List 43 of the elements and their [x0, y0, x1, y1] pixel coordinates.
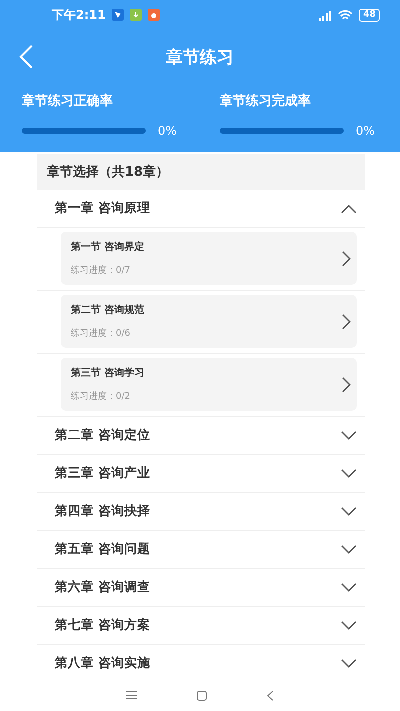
menu-icon[interactable]: [126, 691, 137, 700]
chapter-title: 第八章 咨询实施: [55, 655, 152, 672]
chapter-row[interactable]: 第七章 咨询方案: [37, 607, 365, 645]
chapter-row[interactable]: 第四章 咨询抉择: [37, 493, 365, 531]
page-title: 章节练习: [166, 46, 234, 68]
section-title: 第二节 咨询规范: [71, 304, 146, 317]
section-heading: 章节选择（共18章）: [37, 154, 365, 190]
stat-percentage: 0%: [356, 124, 376, 138]
app-notification-icon: [112, 9, 124, 21]
stat-label: 章节练习正确率: [22, 92, 114, 110]
section-subtitle: 练习进度：0/7: [71, 264, 132, 277]
app-notification-icon: [148, 9, 160, 21]
home-icon[interactable]: [197, 690, 207, 700]
chapter-title: 第二章 咨询定位: [55, 427, 152, 444]
wifi-icon: [338, 10, 354, 20]
section-subtitle: 练习进度：0/6: [71, 328, 132, 340]
chapter-row[interactable]: 第三章 咨询产业: [37, 455, 365, 493]
section-card[interactable]: 第二节 咨询规范 练习进度：0/6: [61, 295, 357, 348]
signal-icon: [318, 10, 332, 20]
section-subtitle: 练习进度：0/2: [71, 390, 132, 403]
status-time: 下午2:11: [52, 6, 106, 24]
chevron-right-icon: [342, 314, 351, 330]
chapter-title: 第六章 咨询调查: [55, 579, 152, 596]
back-icon[interactable]: [267, 690, 274, 700]
chapter-row[interactable]: 第六章 咨询调查: [37, 569, 365, 607]
chevron-right-icon: [342, 376, 351, 392]
chapter-title: 第五章 咨询问题: [55, 541, 152, 558]
section-title: 第三节 咨询学习: [71, 366, 146, 380]
section-title: 第一节 咨询界定: [71, 240, 146, 254]
download-notification-icon: [130, 9, 142, 21]
chapter-title: 第四章 咨询抉择: [55, 503, 152, 520]
chapter-title: 第七章 咨询方案: [55, 617, 152, 634]
chapter-row[interactable]: 第五章 咨询问题: [37, 531, 365, 569]
chapter-title: 第三章 咨询产业: [55, 465, 152, 482]
battery-level: 48: [359, 8, 380, 22]
section-card[interactable]: 第一节 咨询界定 练习进度：0/7: [61, 232, 357, 285]
chapter-row[interactable]: 第一章 咨询原理: [37, 190, 365, 228]
chevron-right-icon: [342, 250, 351, 266]
chapter-row[interactable]: 第二章 咨询定位: [37, 417, 365, 455]
chapter-title: 第一章 咨询原理: [55, 200, 152, 217]
stat-label: 章节练习完成率: [220, 92, 312, 110]
stat-percentage: 0%: [158, 124, 178, 138]
section-card[interactable]: 第三节 咨询学习 练习进度：0/2: [61, 358, 357, 411]
